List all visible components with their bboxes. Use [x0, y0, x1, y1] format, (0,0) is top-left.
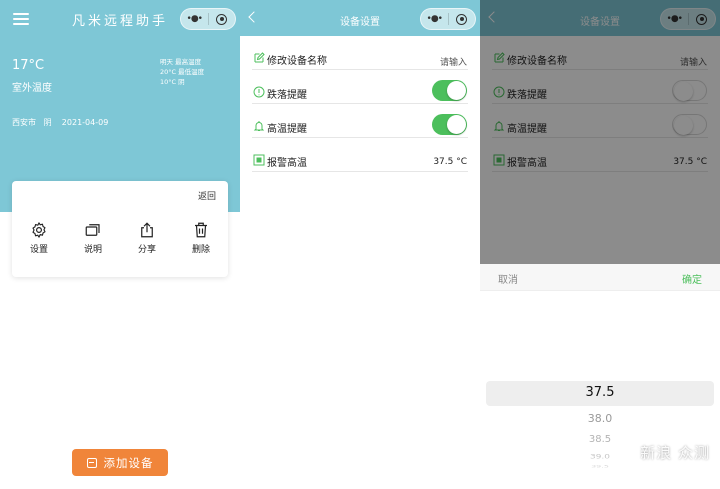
share-icon: [141, 222, 153, 238]
share-label: 分享: [137, 245, 156, 255]
alarm-temp-label: 报警高温: [267, 158, 307, 169]
navbar: 设备设置 •●•: [240, 0, 480, 36]
instructions-button[interactable]: 说明: [68, 221, 118, 255]
share-button[interactable]: 分享: [122, 221, 172, 255]
settings-label: 设置: [29, 245, 48, 255]
delete-label: 删除: [191, 245, 210, 255]
trash-icon: [195, 222, 207, 238]
picker-confirm-button[interactable]: 确定: [682, 271, 702, 286]
delete-button[interactable]: 删除: [176, 221, 226, 255]
rename-label: 修改设备名称: [267, 56, 327, 67]
picker-toolbar: 取消 确定: [480, 264, 720, 291]
more-dots-icon[interactable]: •●•: [421, 14, 448, 24]
watermark: 新浪 众测: [640, 444, 710, 462]
hamburger-menu-icon[interactable]: [13, 13, 29, 25]
bell-icon: [253, 121, 265, 131]
forecast-line: 明天 最高温度: [160, 58, 202, 66]
gear-icon: [32, 222, 46, 238]
forecast-line: 20°C 最低温度: [160, 68, 205, 76]
device-settings-picker-screen: 设备设置 •●• 修改设备名称 请输入 跌落提醒 高温提醒 报警高温 37.5 …: [480, 0, 720, 489]
picker-cancel-button[interactable]: 取消: [498, 271, 518, 286]
device-menu-card: 返回 设置 说明 分享 删除: [12, 181, 228, 277]
device-settings-screen: 设备设置 •●• 修改设备名称 请输入 跌落提醒 高温提醒 报警高温 37.5 …: [240, 0, 480, 489]
outdoor-temperature: 17°C: [12, 58, 45, 73]
forecast: 明天 最高温度 20°C 最低温度 10°C 阴: [160, 57, 204, 87]
close-target-icon[interactable]: [209, 13, 236, 25]
rename-device-row[interactable]: 修改设备名称 请输入: [252, 36, 468, 70]
thermometer-box-icon: [253, 154, 265, 166]
home-screen: 凡米远程助手 •●• 17°C 室外温度 明天 最高温度 20°C 最低温度 1…: [0, 0, 240, 489]
location-date: 西安市 阴 2021-04-09: [12, 118, 109, 127]
alarm-temp-row[interactable]: 报警高温 37.5 °C: [252, 138, 468, 172]
more-dots-icon[interactable]: •●•: [181, 14, 208, 24]
picker-option-selected[interactable]: 37.5: [480, 385, 720, 400]
modal-overlay[interactable]: [480, 0, 720, 264]
settings-button[interactable]: 设置: [14, 221, 64, 255]
high-temp-alert-label: 高温提醒: [267, 124, 307, 135]
high-temp-alert-row: 高温提醒: [252, 104, 468, 138]
outdoor-temperature-label: 室外温度: [12, 83, 52, 94]
alarm-temp-value: 37.5 °C: [433, 157, 467, 167]
edit-icon: [254, 52, 265, 63]
capsule-control[interactable]: •●•: [180, 8, 236, 30]
back-button[interactable]: 返回: [198, 189, 216, 202]
forecast-line: 10°C 阴: [160, 78, 185, 86]
instructions-label: 说明: [83, 245, 102, 255]
alert-circle-icon: [253, 86, 265, 98]
fall-alert-row: 跌落提醒: [252, 70, 468, 104]
windows-icon: [85, 224, 100, 236]
fall-alert-toggle[interactable]: [432, 80, 467, 101]
picker-option[interactable]: 38.0: [480, 412, 720, 425]
close-target-icon[interactable]: [449, 13, 476, 25]
high-temp-alert-toggle[interactable]: [432, 114, 467, 135]
add-device-button[interactable]: 添加设备: [72, 449, 168, 476]
fall-alert-label: 跌落提醒: [267, 90, 307, 101]
add-device-label: 添加设备: [103, 455, 154, 470]
rename-input[interactable]: 请输入: [440, 55, 467, 68]
capsule-control[interactable]: •●•: [420, 8, 476, 30]
scan-icon: [86, 457, 97, 468]
app-title: 凡米远程助手: [72, 14, 169, 29]
picker-option[interactable]: 39.5: [480, 465, 720, 469]
